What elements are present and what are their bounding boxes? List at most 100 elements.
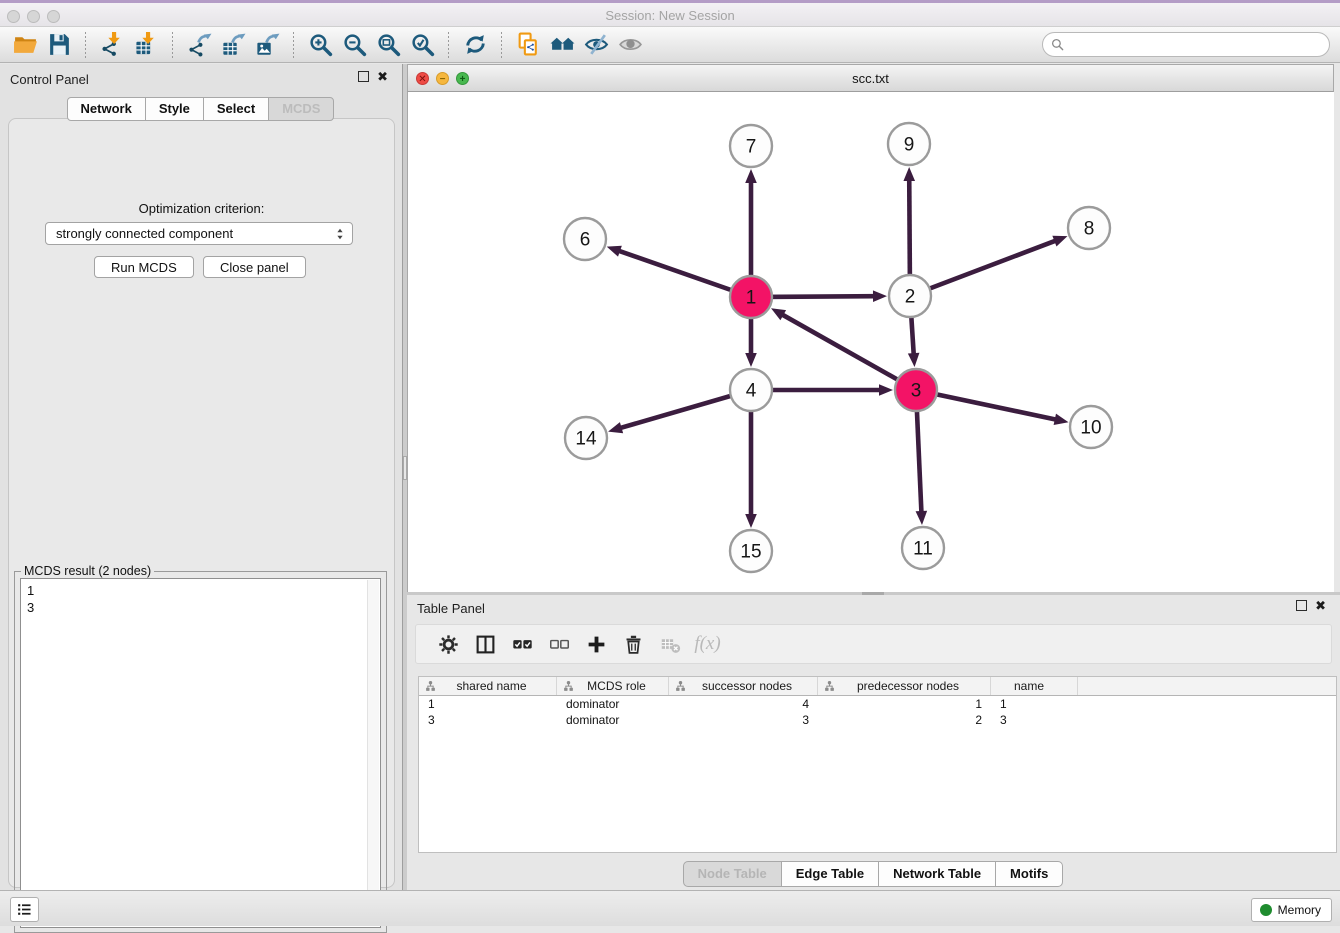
table-cell[interactable]: 3 bbox=[991, 712, 1078, 728]
ndex-import-button[interactable] bbox=[511, 30, 545, 60]
task-list-icon bbox=[16, 901, 33, 918]
float-panel-icon[interactable] bbox=[358, 71, 369, 82]
delete-table-button bbox=[652, 629, 689, 659]
table-cell[interactable]: 4 bbox=[669, 696, 818, 712]
table-body: 1dominator4113dominator323 bbox=[419, 696, 1336, 728]
column-header-shared-name[interactable]: shared name bbox=[419, 677, 557, 695]
node-4[interactable]: 4 bbox=[730, 369, 772, 411]
table-cell[interactable]: dominator bbox=[557, 696, 669, 712]
node-3[interactable]: 3 bbox=[895, 369, 937, 411]
zoom-in-button[interactable] bbox=[303, 30, 337, 60]
node-14[interactable]: 14 bbox=[565, 417, 607, 459]
tab-edge-table[interactable]: Edge Table bbox=[781, 861, 879, 887]
table-cell[interactable]: dominator bbox=[557, 712, 669, 728]
import-table-button[interactable] bbox=[129, 30, 163, 60]
edge-1-6[interactable] bbox=[607, 246, 751, 297]
edge-2-8[interactable] bbox=[910, 236, 1067, 296]
export-network-button[interactable] bbox=[182, 30, 216, 60]
column-header-predecessor-nodes[interactable]: predecessor nodes bbox=[818, 677, 991, 695]
edge-3-10[interactable] bbox=[916, 390, 1068, 425]
node-9[interactable]: 9 bbox=[888, 123, 930, 165]
table-cell[interactable]: 3 bbox=[419, 712, 557, 728]
network-canvas[interactable]: 7 9 6 8 1 2 4 3 14 10 15 11 bbox=[407, 92, 1334, 592]
select-all-rows-button[interactable] bbox=[504, 629, 541, 659]
table-cell[interactable]: 1 bbox=[419, 696, 557, 712]
column-header-MCDS-role[interactable]: MCDS role bbox=[557, 677, 669, 695]
table-row[interactable]: 1dominator411 bbox=[419, 696, 1336, 712]
import-network-button[interactable] bbox=[95, 30, 129, 60]
search-icon bbox=[1051, 38, 1064, 51]
network-title: scc.txt bbox=[408, 71, 1333, 86]
close-panel-icon[interactable]: ✖ bbox=[377, 69, 388, 85]
node-6[interactable]: 6 bbox=[564, 218, 606, 260]
export-table-button[interactable] bbox=[216, 30, 250, 60]
task-history-button[interactable] bbox=[10, 897, 39, 922]
home-button[interactable] bbox=[545, 30, 579, 60]
table-cell[interactable]: 1 bbox=[991, 696, 1078, 712]
node-1[interactable]: 1 bbox=[730, 276, 772, 318]
memory-button[interactable]: Memory bbox=[1251, 898, 1332, 922]
table-panel: Table Panel ✖ f(x) shared name MCDS role… bbox=[407, 595, 1340, 890]
mcds-result-line: 3 bbox=[27, 599, 380, 616]
column-settings-gear-button[interactable] bbox=[430, 629, 467, 659]
search-input[interactable] bbox=[1069, 35, 1329, 55]
node-8[interactable]: 8 bbox=[1068, 207, 1110, 249]
import-network-icon bbox=[100, 32, 125, 57]
mcds-result-list[interactable]: 13 bbox=[20, 578, 381, 928]
zoom-fit-button[interactable] bbox=[371, 30, 405, 60]
show-graphics-details-icon bbox=[618, 32, 643, 57]
node-7[interactable]: 7 bbox=[730, 125, 772, 167]
network-graph[interactable]: 7 9 6 8 1 2 4 3 14 10 15 11 bbox=[408, 92, 1335, 592]
dropdown-chevrons-icon bbox=[335, 227, 345, 241]
node-11[interactable]: 11 bbox=[902, 527, 944, 569]
run-mcds-button[interactable]: Run MCDS bbox=[94, 256, 194, 278]
float-table-panel-icon[interactable] bbox=[1296, 600, 1307, 611]
search-box[interactable] bbox=[1042, 32, 1330, 57]
tab-style[interactable]: Style bbox=[145, 97, 204, 121]
table-cell[interactable]: 3 bbox=[669, 712, 818, 728]
open-session-button[interactable] bbox=[8, 30, 42, 60]
toggle-columns-button[interactable] bbox=[467, 629, 504, 659]
tab-mcds[interactable]: MCDS bbox=[268, 97, 334, 121]
mcds-result-scrollbar[interactable] bbox=[367, 580, 379, 926]
node-label: 14 bbox=[575, 429, 597, 450]
save-session-button[interactable] bbox=[42, 30, 76, 60]
mcds-result-group: MCDS result (2 nodes) 13 bbox=[14, 571, 387, 933]
tab-network-table[interactable]: Network Table bbox=[878, 861, 996, 887]
tab-node-table[interactable]: Node Table bbox=[683, 861, 782, 887]
edge-3-1[interactable] bbox=[771, 308, 916, 390]
zoom-selected-button[interactable] bbox=[405, 30, 439, 60]
create-column-button[interactable] bbox=[578, 629, 615, 659]
node-table[interactable]: shared name MCDS role successor nodes pr… bbox=[418, 676, 1337, 853]
table-cell[interactable]: 1 bbox=[818, 696, 991, 712]
table-row[interactable]: 3dominator323 bbox=[419, 712, 1336, 728]
node-10[interactable]: 10 bbox=[1070, 406, 1112, 448]
node-2[interactable]: 2 bbox=[889, 275, 931, 317]
column-header-successor-nodes[interactable]: successor nodes bbox=[669, 677, 818, 695]
zoom-out-icon bbox=[342, 32, 367, 57]
column-header-label: shared name bbox=[437, 679, 556, 693]
zoom-out-button[interactable] bbox=[337, 30, 371, 60]
deselect-all-rows-button[interactable] bbox=[541, 629, 578, 659]
save-session-icon bbox=[47, 32, 72, 57]
node-15[interactable]: 15 bbox=[730, 530, 772, 572]
tab-select[interactable]: Select bbox=[203, 97, 269, 121]
refresh-view-button[interactable] bbox=[458, 30, 492, 60]
edge-4-14[interactable] bbox=[608, 390, 751, 433]
zoom-in-icon bbox=[308, 32, 333, 57]
criterion-value: strongly connected component bbox=[56, 226, 233, 241]
show-graphics-details-button[interactable] bbox=[613, 30, 647, 60]
table-cell[interactable]: 2 bbox=[818, 712, 991, 728]
export-image-button[interactable] bbox=[250, 30, 284, 60]
criterion-dropdown[interactable]: strongly connected component bbox=[45, 222, 353, 245]
hide-graphics-details-button[interactable] bbox=[579, 30, 613, 60]
close-table-panel-icon[interactable]: ✖ bbox=[1315, 598, 1326, 614]
tab-motifs[interactable]: Motifs bbox=[995, 861, 1063, 887]
close-panel-button[interactable]: Close panel bbox=[203, 256, 306, 278]
export-network-icon bbox=[187, 32, 212, 57]
delete-column-button[interactable] bbox=[615, 629, 652, 659]
hide-graphics-details-icon bbox=[584, 32, 609, 57]
column-header-name[interactable]: name bbox=[991, 677, 1078, 695]
tab-network[interactable]: Network bbox=[67, 97, 146, 121]
import-table-icon bbox=[134, 32, 159, 57]
